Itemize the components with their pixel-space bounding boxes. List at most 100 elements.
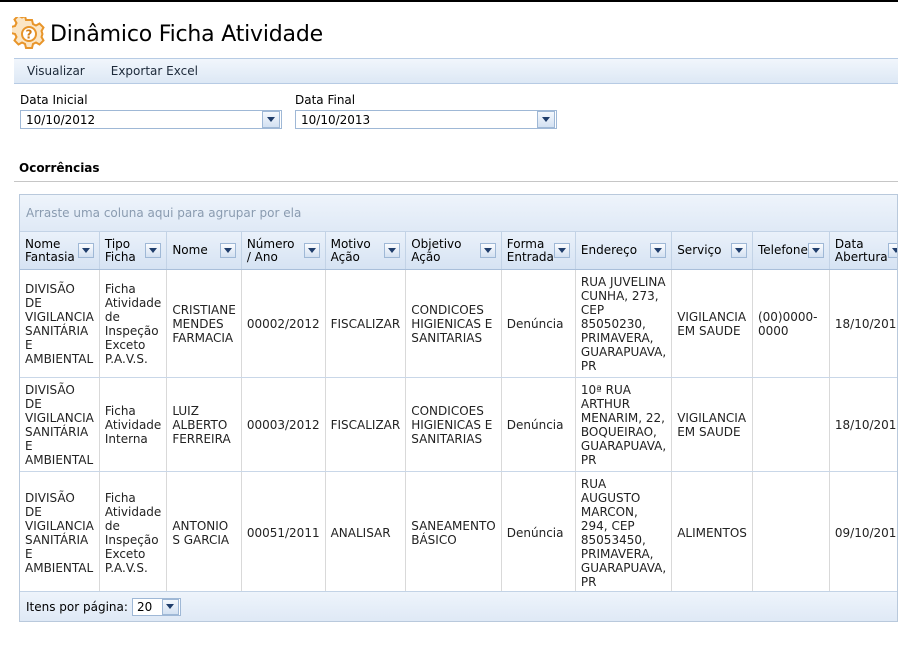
- occurrences-grid: Arraste uma coluna aqui para agrupar por…: [19, 194, 898, 622]
- start-date-combo[interactable]: 10/10/2012: [20, 110, 282, 129]
- column-header-label: Motivo Ação: [330, 236, 371, 264]
- table-cell: 00003/2012: [241, 377, 326, 472]
- column-header-7[interactable]: Endereço: [575, 232, 673, 270]
- table-cell: DIVISÃO DE VIGILANCIA SANITÁRIA E AMBIEN…: [20, 377, 100, 472]
- table-cell: LUIZ ALBERTO FERREIRA: [166, 377, 242, 472]
- column-header-2[interactable]: Nome: [166, 232, 242, 270]
- start-date-value[interactable]: 10/10/2012: [21, 113, 262, 127]
- chevron-down-icon: [557, 248, 566, 253]
- table-cell: DIVISÃO DE VIGILANCIA SANITÁRIA E AMBIEN…: [20, 269, 100, 378]
- menu-exportar-excel[interactable]: Exportar Excel: [98, 64, 211, 78]
- column-header-10[interactable]: Data Abertura: [829, 232, 897, 270]
- table-row[interactable]: DIVISÃO DE VIGILANCIA SANITÁRIA E AMBIEN…: [20, 269, 897, 378]
- table-row[interactable]: DIVISÃO DE VIGILANCIA SANITÁRIA E AMBIEN…: [20, 377, 897, 472]
- column-filter-button[interactable]: [219, 243, 236, 258]
- page-header: ? Dinâmico Ficha Atividade: [12, 16, 323, 52]
- table-cell: 10ª RUA ARTHUR MENARIM, 22, BOQUEIRAO, G…: [575, 377, 673, 472]
- column-filter-button[interactable]: [145, 243, 162, 258]
- column-header-label: Telefone: [757, 243, 808, 257]
- column-header-9[interactable]: Telefone: [752, 232, 830, 270]
- svg-text:?: ?: [26, 28, 33, 42]
- column-header-label: Nome: [172, 243, 208, 257]
- table-cell: RUA AUGUSTO MARCON, 294, CEP 85053450, P…: [575, 471, 673, 594]
- table-cell: ANTONIO S GARCIA: [166, 471, 242, 594]
- column-filter-button[interactable]: [553, 243, 570, 258]
- page-size-value[interactable]: 20: [133, 600, 162, 614]
- chevron-down-icon: [223, 248, 232, 253]
- chevron-down-icon: [542, 117, 550, 122]
- column-filter-button[interactable]: [650, 243, 667, 258]
- table-cell: Ficha Atividade de Inspeção Exceto P.A.V…: [99, 269, 168, 378]
- chevron-down-icon: [388, 248, 397, 253]
- column-header-8[interactable]: Serviço: [671, 232, 753, 270]
- chevron-down-icon: [307, 248, 316, 253]
- table-cell: VIGILANCIA EM SAUDE: [671, 269, 753, 378]
- table-cell: VIGILANCIA EM SAUDE: [671, 377, 753, 472]
- table-cell: FISCALIZAR: [325, 377, 407, 472]
- table-cell: 18/10/2012: [829, 269, 897, 378]
- table-cell: RUA JUVELINA CUNHA, 273, CEP 85050230, P…: [575, 269, 673, 378]
- column-header-label: Número / Ano: [246, 236, 295, 264]
- top-border: [0, 0, 898, 2]
- column-filter-button[interactable]: [888, 243, 897, 258]
- table-cell: 09/10/2013: [829, 471, 897, 594]
- group-panel[interactable]: Arraste uma coluna aqui para agrupar por…: [20, 195, 897, 232]
- menu-bar: Visualizar Exportar Excel: [14, 58, 898, 84]
- column-header-label: Forma Entrada: [506, 236, 554, 264]
- column-header-label: Data Abertura: [834, 236, 888, 264]
- chevron-down-icon: [654, 248, 663, 253]
- page-size-select[interactable]: 20: [131, 597, 181, 616]
- table-cell: [752, 471, 830, 594]
- table-cell: [752, 377, 830, 472]
- table-cell: 18/10/2012: [829, 377, 897, 472]
- column-header-1[interactable]: Tipo Ficha: [99, 232, 168, 270]
- chevron-down-icon: [811, 248, 820, 253]
- end-date-dropdown-button[interactable]: [537, 111, 555, 128]
- page-size-dropdown-button[interactable]: [161, 598, 179, 615]
- column-filter-button[interactable]: [479, 243, 496, 258]
- column-header-label: Objetivo Ação: [411, 236, 462, 264]
- table-cell: (00)0000-0000: [752, 269, 830, 378]
- end-date-label: Data Final: [295, 93, 356, 107]
- column-header-3[interactable]: Número / Ano: [241, 232, 326, 270]
- column-filter-button[interactable]: [807, 243, 824, 258]
- start-date-dropdown-button[interactable]: [262, 111, 280, 128]
- chevron-down-icon: [166, 604, 175, 609]
- chevron-down-icon: [149, 248, 158, 253]
- end-date-combo[interactable]: 10/10/2013: [295, 110, 557, 129]
- table-cell: ANALISAR: [325, 471, 407, 594]
- grid-table: Nome Fantasia Tipo Ficha Nome Número / Ano Moti…: [20, 232, 897, 594]
- section-divider: [14, 181, 898, 182]
- column-header-6[interactable]: Forma Entrada: [501, 232, 576, 270]
- end-date-value[interactable]: 10/10/2013: [296, 113, 537, 127]
- column-header-label: Nome Fantasia: [25, 236, 75, 264]
- table-row[interactable]: DIVISÃO DE VIGILANCIA SANITÁRIA E AMBIEN…: [20, 471, 897, 594]
- table-cell: Denúncia: [501, 269, 576, 378]
- page-title: Dinâmico Ficha Atividade: [50, 21, 323, 47]
- column-header-label: Serviço: [677, 243, 722, 257]
- chevron-down-icon: [267, 117, 275, 122]
- table-cell: 00002/2012: [241, 269, 326, 378]
- grid-body: DIVISÃO DE VIGILANCIA SANITÁRIA E AMBIEN…: [20, 269, 897, 594]
- menu-visualizar[interactable]: Visualizar: [14, 64, 98, 78]
- gear-question-icon: ?: [12, 17, 45, 49]
- column-header-0[interactable]: Nome Fantasia: [20, 232, 100, 270]
- table-cell: FISCALIZAR: [325, 269, 407, 378]
- column-filter-button[interactable]: [77, 243, 94, 258]
- column-header-5[interactable]: Objetivo Ação: [405, 232, 502, 270]
- chevron-down-icon: [483, 248, 492, 253]
- column-filter-button[interactable]: [384, 243, 401, 258]
- table-cell: SANEAMENTO BÁSICO: [405, 471, 502, 594]
- table-cell: CRISTIANE MENDES FARMACIA: [166, 269, 242, 378]
- section-title: Ocorrências: [19, 161, 100, 175]
- table-cell: CONDICOES HIGIENICAS E SANITARIAS: [405, 269, 502, 378]
- table-cell: Denúncia: [501, 377, 576, 472]
- column-header-label: Endereço: [580, 243, 638, 257]
- column-filter-button[interactable]: [730, 243, 747, 258]
- pager-bar: Itens por página: 20: [20, 591, 897, 621]
- table-cell: CONDICOES HIGIENICAS E SANITARIAS: [405, 377, 502, 472]
- page-size-label: Itens por página:: [26, 599, 128, 614]
- column-filter-button[interactable]: [303, 243, 320, 258]
- chevron-down-icon: [892, 248, 897, 253]
- column-header-4[interactable]: Motivo Ação: [325, 232, 407, 270]
